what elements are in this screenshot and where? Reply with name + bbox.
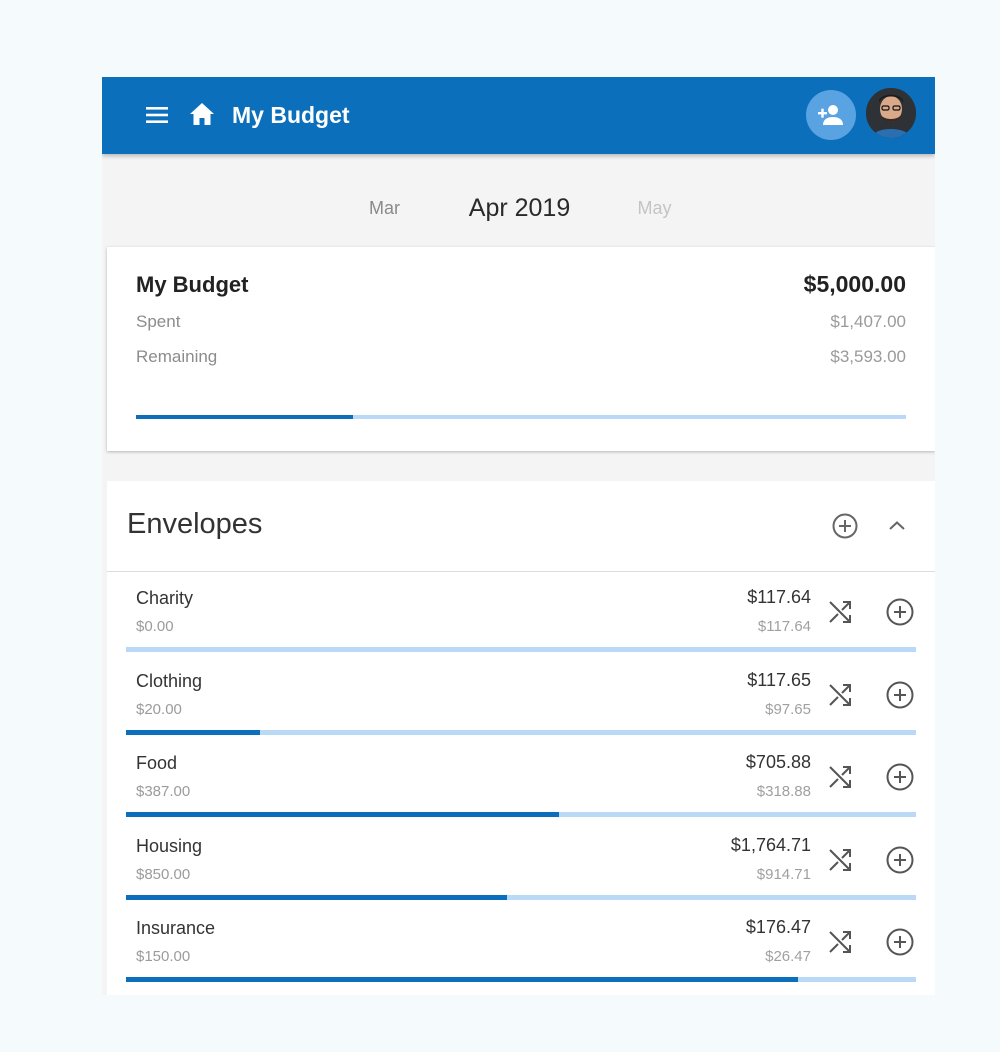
envelope-remaining: $117.64 [757,618,811,635]
add-funds-button[interactable] [885,845,915,875]
envelope-spent: $20.00 [136,700,182,718]
envelope-budget: $1,764.71 [730,834,811,855]
envelope-budget: $705.88 [745,752,811,772]
envelope-progress-bar [126,729,916,735]
add-circle-icon [885,927,915,957]
add-circle-icon [831,512,859,540]
budget-title: My Budget [136,272,249,297]
avatar[interactable] [866,88,916,138]
transfer-button[interactable] [827,682,853,708]
envelope-progress-fill [126,894,507,900]
envelope-progress-bar [126,647,916,652]
envelope-budget: $117.64 [747,587,811,607]
add-funds-button[interactable] [885,927,915,957]
envelope-remaining: $914.71 [756,865,811,883]
add-envelope-button[interactable] [831,512,859,540]
envelope-progress-bar [126,812,916,817]
envelope-name: Insurance [136,918,216,938]
transfer-button[interactable] [827,929,853,955]
envelope-row[interactable]: Housing $850.00 $1,764.71 $914.71 [107,820,935,902]
envelopes-panel: Envelopes Charity $0.00 $117.64 $117.64 … [107,481,935,995]
envelope-progress-fill [126,812,559,817]
envelope-spent: $150.00 [136,948,191,965]
transfer-button[interactable] [827,764,853,790]
envelope-row[interactable]: Clothing $20.00 $117.65 $97.65 [107,655,935,737]
person-add-icon [817,104,845,126]
envelope-remaining: $318.88 [756,783,811,800]
add-circle-icon [885,680,915,710]
month-current: Apr 2019 [468,194,571,222]
shuffle-icon [827,929,853,955]
menu-icon[interactable] [146,104,168,126]
envelopes-header: Envelopes [107,481,935,572]
add-funds-button[interactable] [885,680,915,710]
budget-total: $5,000.00 [803,271,906,297]
spent-label: Spent [136,312,181,331]
add-circle-icon [885,597,915,627]
home-icon[interactable] [189,102,215,126]
budget-progress-bar [136,415,906,419]
app-bar: My Budget [102,77,935,154]
add-funds-button[interactable] [885,597,915,627]
envelope-progress-fill [126,977,798,982]
add-circle-icon [885,762,915,792]
budget-summary-card: My Budget $5,000.00 Spent $1,407.00 Rema… [107,247,935,451]
envelope-remaining: $26.47 [765,948,811,965]
envelope-name: Charity [136,588,194,608]
envelope-spent: $387.00 [136,783,191,800]
shuffle-icon [827,764,853,790]
envelope-name: Clothing [136,670,203,691]
envelope-progress-bar [126,894,916,900]
add-funds-button[interactable] [885,762,915,792]
transfer-button[interactable] [827,847,853,873]
shuffle-icon [827,847,853,873]
envelope-remaining: $97.65 [765,700,811,718]
add-circle-icon [885,845,915,875]
chevron-up-icon [885,514,909,538]
spent-value: $1,407.00 [830,312,906,331]
envelope-row[interactable]: Food $387.00 $705.88 $318.88 [107,737,935,819]
envelope-name: Housing [136,835,203,856]
app-title: My Budget [232,102,350,128]
envelope-budget: $117.65 [747,669,811,690]
remaining-value: $3,593.00 [830,347,906,366]
remaining-label: Remaining [136,347,218,366]
month-next[interactable]: May [622,198,687,219]
envelope-spent: $0.00 [136,618,174,635]
envelope-progress-fill [126,729,261,735]
envelopes-title: Envelopes [127,508,263,540]
month-prev[interactable]: Mar [352,198,417,219]
shuffle-icon [827,599,853,625]
envelope-row[interactable]: Charity $0.00 $117.64 $117.64 [107,572,935,654]
envelope-progress-bar [126,977,916,982]
add-user-button[interactable] [806,90,856,140]
envelope-row[interactable]: Insurance $150.00 $176.47 $26.47 [107,902,935,984]
envelope-budget: $176.47 [745,917,811,937]
transfer-button[interactable] [827,599,853,625]
budget-app: My Budget Mar Apr 2019 May My Budget $5,… [102,77,935,995]
envelope-spent: $850.00 [136,865,191,883]
shuffle-icon [827,682,853,708]
envelope-name: Food [136,753,178,773]
budget-progress-fill [136,415,353,419]
collapse-envelopes-button[interactable] [885,514,909,538]
